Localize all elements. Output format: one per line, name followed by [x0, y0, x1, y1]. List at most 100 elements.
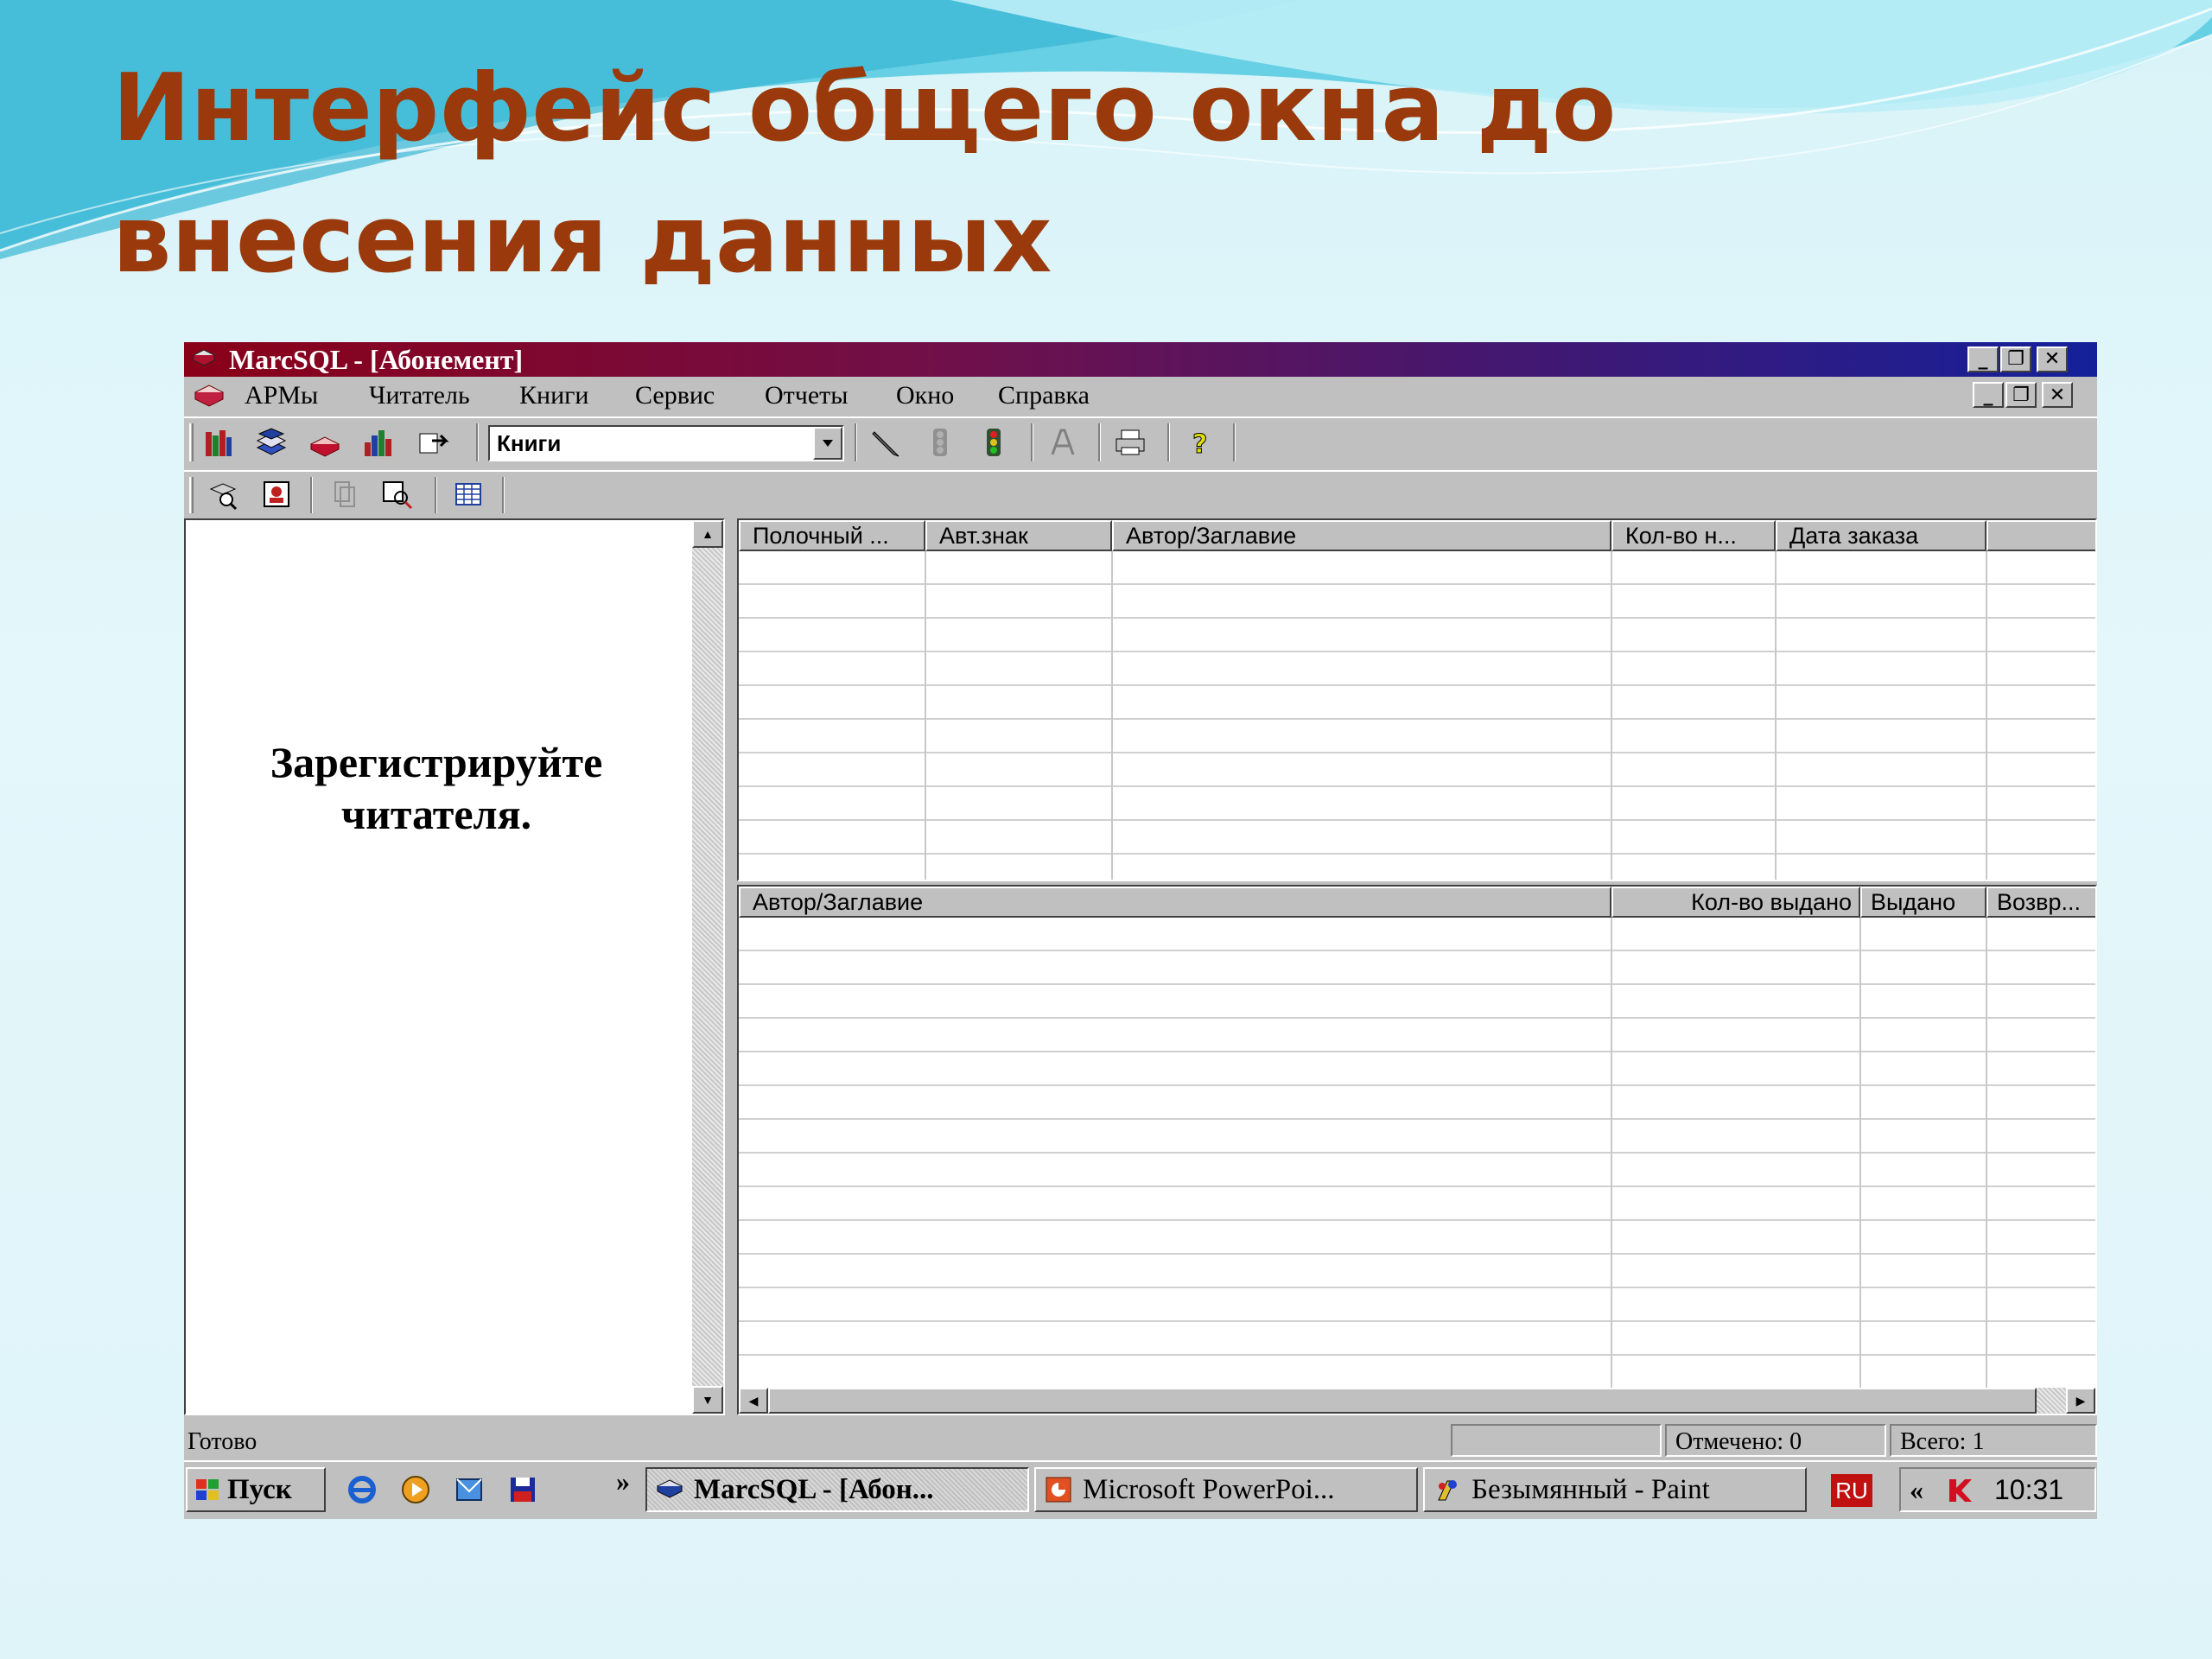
- slide-title: Интерфейс общего окна до внесения данных: [112, 54, 1617, 294]
- issued-grid-rows[interactable]: [739, 918, 2095, 1388]
- col-empty[interactable]: [1986, 520, 2095, 551]
- scroll-right-icon[interactable]: ▶: [2066, 1388, 2095, 1414]
- windows-logo-icon: [196, 1479, 219, 1500]
- mdi-minimize-button[interactable]: _: [1973, 382, 2004, 408]
- traffic-light-icon[interactable]: [974, 423, 1014, 461]
- copy-gray-icon: [324, 475, 364, 513]
- toolbar-separator: [855, 423, 857, 461]
- col-issued-author-title[interactable]: Автор/Заглавие: [739, 887, 1611, 918]
- pen-icon[interactable]: [867, 423, 906, 461]
- mdi-restore-button[interactable]: ❐: [2005, 382, 2037, 408]
- save-disk-icon[interactable]: [505, 1472, 540, 1507]
- mdi-close-button[interactable]: ✕: [2042, 382, 2073, 408]
- horizontal-scrollbar[interactable]: ◀ ▶: [739, 1388, 2095, 1414]
- main-toolbar: Книги ?: [184, 416, 2097, 468]
- toolbar-grip[interactable]: [189, 423, 194, 461]
- menu-bar: АРМы Читатель Книги Сервис Отчеты Окно С…: [184, 377, 2097, 415]
- system-tray: « 10:31: [1899, 1467, 2096, 1512]
- col-shelf-code[interactable]: Полочный ...: [739, 520, 925, 551]
- marcsql-task-icon: [656, 1479, 683, 1498]
- menu-arms[interactable]: АРМы: [245, 377, 318, 415]
- svg-text:?: ?: [1192, 429, 1207, 460]
- status-ready: Готово: [188, 1428, 257, 1455]
- task-marcsql-label: MarcSQL - [Абон...: [694, 1474, 934, 1505]
- find-icon[interactable]: [378, 475, 417, 513]
- traffic-light-gray-icon: [920, 423, 960, 461]
- start-label: Пуск: [227, 1474, 292, 1505]
- col-qty-ordered[interactable]: Кол-во н...: [1611, 520, 1776, 551]
- minimize-button[interactable]: _: [1967, 346, 1999, 372]
- col-returned[interactable]: Возвр...: [1986, 887, 2095, 918]
- toolbar-grip[interactable]: [189, 477, 194, 513]
- scroll-down-icon[interactable]: ▼: [692, 1386, 723, 1414]
- windows-taskbar: Пуск » MarcSQL - [Абон... Microsoft Powe…: [184, 1460, 2097, 1519]
- status-total: Всего: 1: [1890, 1424, 2097, 1457]
- col-order-date[interactable]: Дата заказа: [1776, 520, 1986, 551]
- register-reader-line2: читателя.: [340, 790, 532, 838]
- status-bar: Готово Отмечено: 0 Всего: 1: [184, 1421, 2097, 1459]
- menu-window[interactable]: Окно: [896, 377, 954, 415]
- menu-service[interactable]: Сервис: [635, 377, 715, 415]
- menu-books[interactable]: Книги: [519, 377, 588, 415]
- outlook-express-icon[interactable]: [452, 1472, 486, 1507]
- scroll-up-icon[interactable]: ▲: [692, 520, 723, 548]
- toolbar-separator: [1098, 423, 1101, 461]
- reader-card-icon[interactable]: [257, 475, 296, 513]
- issued-grid[interactable]: Автор/Заглавие Кол-во выдано Выдано Возв…: [737, 885, 2097, 1415]
- menu-reader[interactable]: Читатель: [369, 377, 470, 415]
- table-icon[interactable]: [448, 475, 488, 513]
- font-icon[interactable]: [1043, 423, 1083, 461]
- toolbar-separator: [1167, 423, 1170, 461]
- language-indicator[interactable]: RU: [1831, 1474, 1872, 1507]
- books-icon[interactable]: [198, 423, 238, 461]
- catalog-select[interactable]: Книги: [488, 425, 844, 461]
- chart-books-icon[interactable]: [359, 423, 398, 461]
- orders-grid-rows[interactable]: [739, 551, 2095, 880]
- combo-arrow-icon[interactable]: [813, 427, 842, 460]
- quicklaunch-chevron[interactable]: »: [616, 1465, 630, 1497]
- close-button[interactable]: ✕: [2037, 346, 2068, 372]
- send-book-icon[interactable]: [412, 423, 452, 461]
- task-powerpoint[interactable]: Microsoft PowerPoi...: [1034, 1467, 1418, 1512]
- toolbar-separator: [1031, 423, 1033, 461]
- app-window: MarcSQL - [Абонемент] _ ❐ ✕ АРМы Читател…: [184, 342, 2097, 1519]
- menu-help[interactable]: Справка: [998, 377, 1090, 415]
- help-icon[interactable]: ?: [1179, 423, 1219, 461]
- col-issued-date[interactable]: Выдано: [1860, 887, 1986, 918]
- task-paint[interactable]: Безымянный - Paint: [1423, 1467, 1807, 1512]
- antivirus-icon[interactable]: [1946, 1476, 1975, 1505]
- scroll-thumb[interactable]: [768, 1388, 2037, 1414]
- print-icon[interactable]: [1110, 423, 1150, 461]
- left-vertical-scrollbar[interactable]: ▲ ▼: [692, 520, 723, 1414]
- document-book-icon[interactable]: [193, 382, 226, 410]
- secondary-toolbar: [184, 470, 2097, 518]
- powerpoint-icon: [1046, 1477, 1071, 1503]
- restore-button[interactable]: ❐: [2000, 346, 2031, 372]
- start-button[interactable]: Пуск: [186, 1467, 326, 1512]
- book-open-icon[interactable]: [305, 423, 345, 461]
- register-reader-line1: Зарегистрируйте: [270, 738, 603, 786]
- reader-search-icon[interactable]: [203, 475, 243, 513]
- internet-explorer-icon[interactable]: [345, 1472, 379, 1507]
- window-title: MarcSQL - [Абонемент]: [229, 344, 524, 375]
- stack-icon[interactable]: [251, 423, 291, 461]
- task-paint-label: Безымянный - Paint: [1471, 1474, 1710, 1505]
- status-progress: [1451, 1424, 1662, 1457]
- col-author-title[interactable]: Автор/Заглавие: [1112, 520, 1611, 551]
- window-titlebar[interactable]: MarcSQL - [Абонемент] _ ❐ ✕: [184, 342, 2097, 377]
- pane-splitter[interactable]: [725, 518, 737, 1415]
- col-author-mark[interactable]: Авт.знак: [925, 520, 1112, 551]
- task-powerpoint-label: Microsoft PowerPoi...: [1083, 1474, 1335, 1505]
- status-marked: Отмечено: 0: [1665, 1424, 1886, 1457]
- menu-reports[interactable]: Отчеты: [765, 377, 848, 415]
- task-marcsql[interactable]: MarcSQL - [Абон...: [645, 1467, 1029, 1512]
- app-book-icon: [192, 349, 216, 366]
- language-label: RU: [1835, 1478, 1868, 1503]
- register-reader-message: Зарегистрируйте читателя.: [186, 736, 687, 840]
- tray-chevron[interactable]: «: [1910, 1469, 1923, 1510]
- scroll-left-icon[interactable]: ◀: [739, 1388, 768, 1414]
- paint-icon: [1438, 1480, 1457, 1501]
- orders-grid[interactable]: Полочный ... Авт.знак Автор/Заглавие Кол…: [737, 518, 2097, 881]
- media-player-icon[interactable]: [398, 1472, 433, 1507]
- col-qty-issued[interactable]: Кол-во выдано: [1611, 887, 1860, 918]
